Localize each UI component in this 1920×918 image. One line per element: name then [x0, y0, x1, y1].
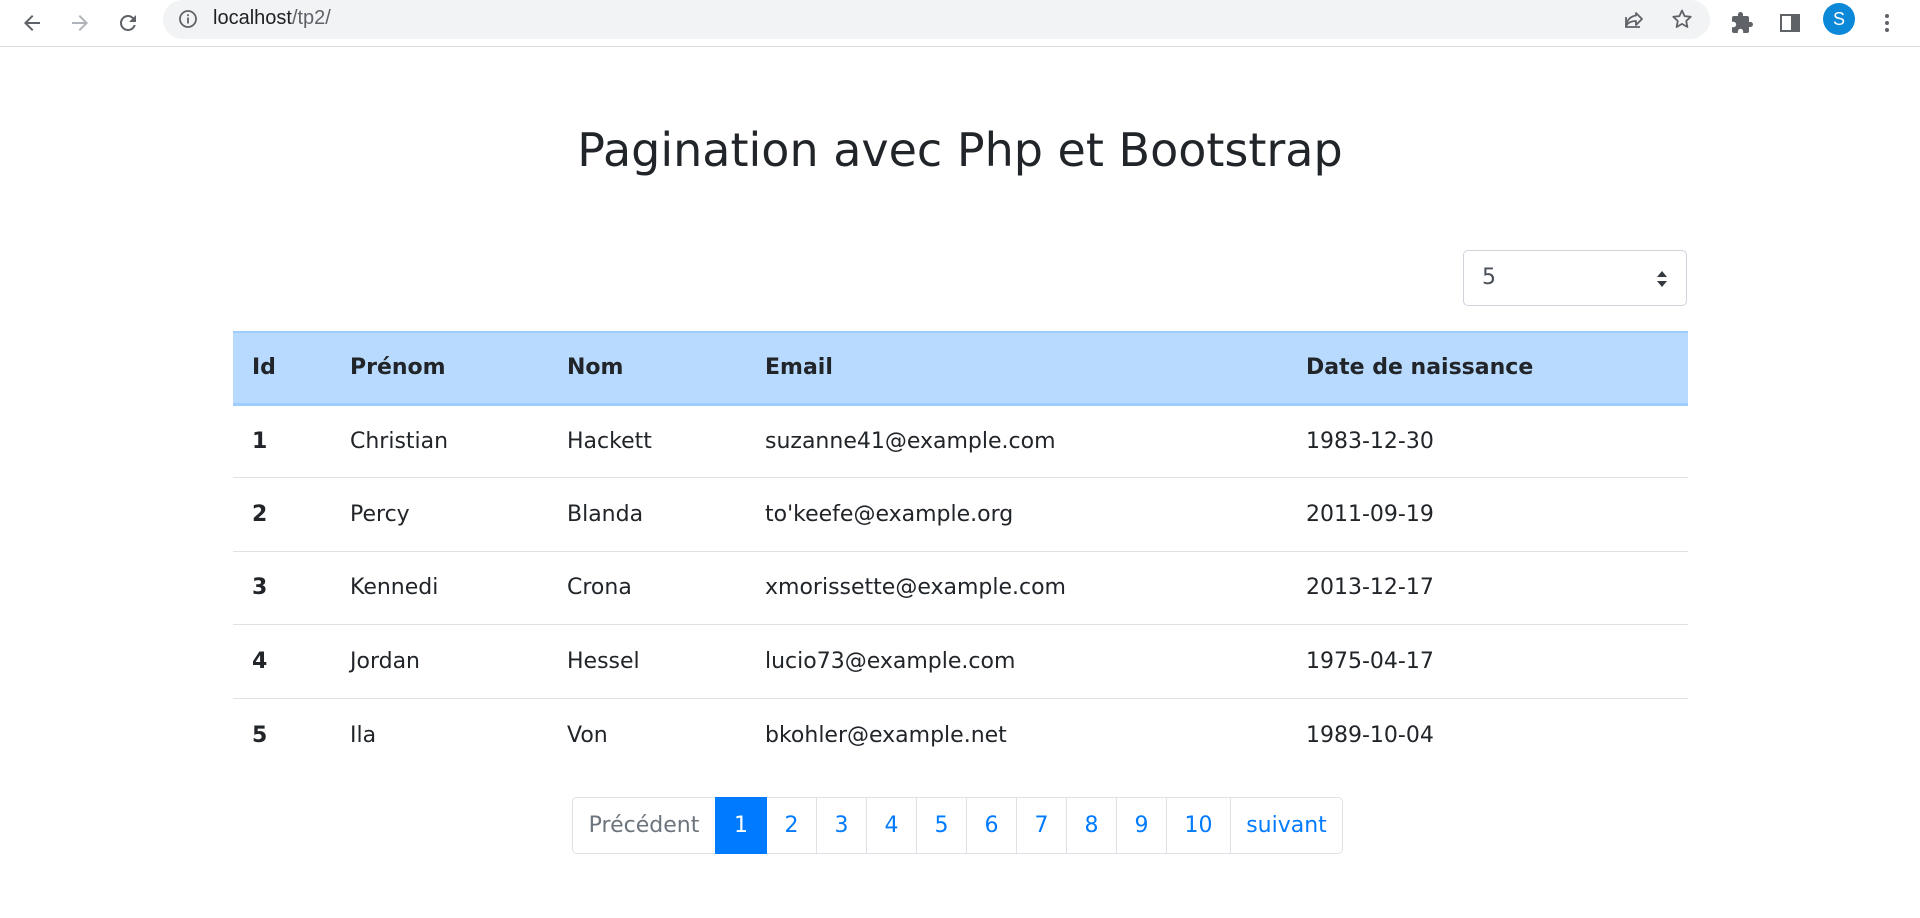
column-header-id: Id: [233, 331, 331, 406]
table-row: 1 Christian Hackett suzanne41@example.co…: [233, 404, 1688, 479]
cell-email: bkohler@example.net: [765, 722, 1007, 748]
extensions-button[interactable]: [1723, 4, 1761, 42]
pagination-page-5[interactable]: 5: [916, 797, 967, 854]
reload-icon: [119, 14, 136, 31]
pagination-page-9[interactable]: 9: [1116, 797, 1167, 854]
pagination-page-1[interactable]: 1: [715, 797, 767, 854]
cell-lastname: Blanda: [548, 477, 746, 552]
column-header-firstname: Prénom: [331, 331, 548, 406]
pagination: Précédent 1 2 3 4 5 6 7 8 9 10 suivant: [572, 797, 1343, 854]
cell-id: 5: [252, 722, 268, 748]
cell-birthdate: 1989-10-04: [1306, 722, 1434, 748]
cell-firstname: Christian: [331, 404, 548, 479]
cell-firstname: Percy: [331, 477, 548, 552]
cell-lastname: Crona: [548, 551, 746, 626]
cell-id: 3: [233, 551, 331, 626]
pagination-page-2[interactable]: 2: [766, 797, 817, 854]
star-icon[interactable]: [1670, 7, 1694, 35]
table-header-row: Id Prénom Nom Email Date de naissance: [233, 331, 1688, 406]
pagination-next[interactable]: suivant: [1230, 797, 1343, 854]
browser-toolbar: localhost/tp2/ S: [0, 0, 1920, 47]
cell-email: suzanne41@example.com: [746, 404, 1287, 479]
pagination-page-8[interactable]: 8: [1066, 797, 1117, 854]
side-panel-icon: [1780, 14, 1800, 32]
cell-email: xmorissette@example.com: [746, 551, 1287, 626]
per-page-value: 5: [1482, 265, 1496, 290]
more-vert-icon: [1885, 14, 1889, 32]
column-header-birthdate: Date de naissance: [1287, 331, 1688, 406]
cell-id: 1: [233, 404, 331, 479]
pagination-page-10[interactable]: 10: [1166, 797, 1231, 854]
cell-lastname: Hessel: [548, 624, 746, 699]
pagination-page-7[interactable]: 7: [1016, 797, 1067, 854]
cell-lastname: Von: [567, 722, 608, 748]
pagination-page-6[interactable]: 6: [966, 797, 1017, 854]
cell-birthdate: 2013-12-17: [1287, 551, 1688, 626]
pagination-previous[interactable]: Précédent: [572, 797, 716, 854]
menu-button[interactable]: [1868, 4, 1906, 42]
cell-birthdate: 1975-04-17: [1287, 624, 1688, 699]
extensions-icon: [1732, 12, 1753, 33]
pagination-page-4[interactable]: 4: [866, 797, 917, 854]
cell-firstname: Jordan: [331, 624, 548, 699]
users-table: Id Prénom Nom Email Date de naissance 1 …: [233, 331, 1688, 772]
table-row: 4 Jordan Hessel lucio73@example.com 1975…: [233, 624, 1688, 699]
cell-lastname: Hackett: [548, 404, 746, 479]
table-row: 5 Ila Von bkohler@example.net 1989-10-04: [233, 698, 1688, 772]
cell-id: 4: [233, 624, 331, 699]
pagination-page-3[interactable]: 3: [816, 797, 867, 854]
cell-birthdate: 2011-09-19: [1287, 477, 1688, 552]
url-path: /tp2/: [291, 7, 331, 29]
cell-id: 2: [233, 477, 331, 552]
share-icon[interactable]: [1622, 8, 1646, 36]
cell-birthdate: 1983-12-30: [1287, 404, 1688, 479]
cell-firstname: Ila: [350, 722, 377, 748]
profile-avatar[interactable]: S: [1823, 3, 1855, 35]
table-row: 2 Percy Blanda to'keefe@example.org 2011…: [233, 477, 1688, 552]
cell-firstname: Kennedi: [331, 551, 548, 626]
side-panel-button[interactable]: [1771, 4, 1809, 42]
column-header-lastname: Nom: [548, 331, 746, 406]
cell-email: lucio73@example.com: [746, 624, 1287, 699]
table-row: 3 Kennedi Crona xmorissette@example.com …: [233, 551, 1688, 626]
forward-arrow-icon: [72, 15, 88, 31]
select-caret-icon: [1657, 271, 1667, 287]
address-bar[interactable]: localhost/tp2/: [163, 0, 1710, 39]
back-button[interactable]: [13, 4, 51, 42]
reload-button[interactable]: [109, 4, 147, 42]
back-arrow-icon: [24, 15, 40, 31]
column-header-email: Email: [746, 331, 1287, 406]
per-page-select[interactable]: 5: [1463, 250, 1687, 306]
cell-email: to'keefe@example.org: [746, 477, 1287, 552]
page-title: Pagination avec Php et Bootstrap: [577, 123, 1343, 177]
url-text: localhost/tp2/: [213, 7, 331, 30]
forward-button[interactable]: [61, 4, 99, 42]
url-host: localhost: [213, 7, 292, 29]
info-icon[interactable]: [177, 8, 199, 30]
